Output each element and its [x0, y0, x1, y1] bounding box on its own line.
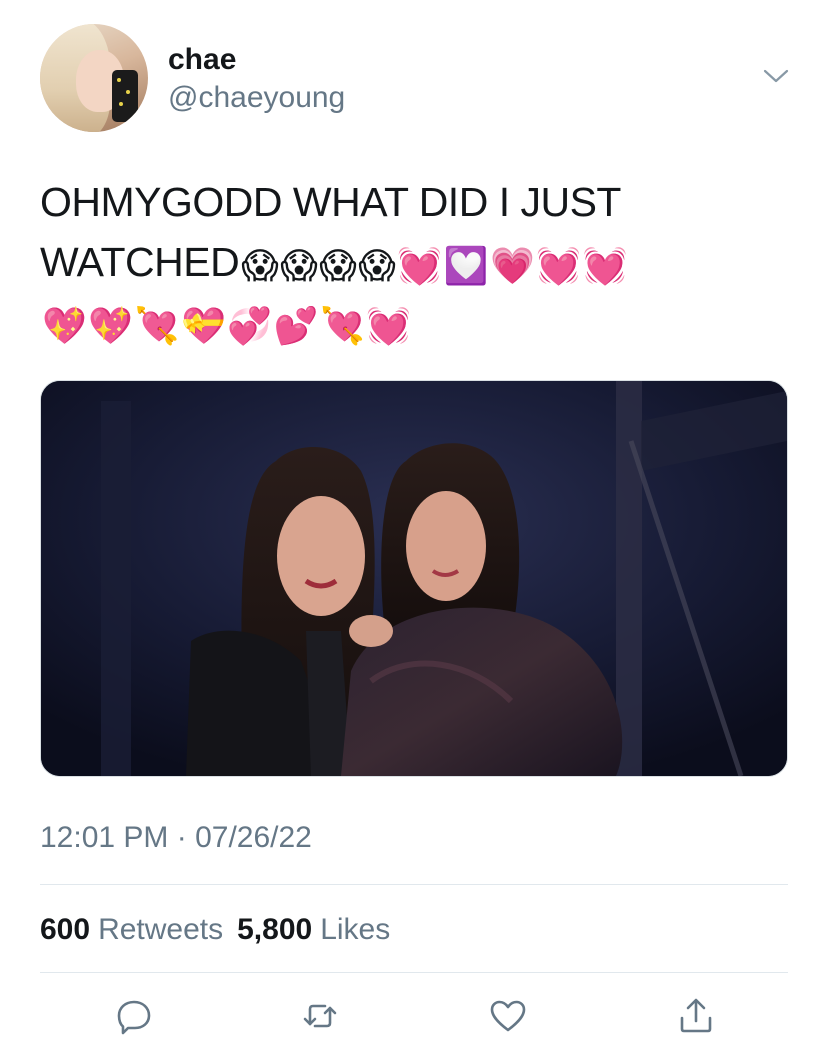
- tweet-text-line-1: OHMYGODD WHAT DID I JUST: [40, 179, 621, 225]
- emoji: 😱: [280, 245, 318, 286]
- tweet-text-line-2: WATCHED😱😱😱😱💓💟💗💓💓: [40, 232, 800, 292]
- emoji: 💓: [582, 245, 628, 286]
- emoji: 💕: [273, 305, 319, 346]
- display-name[interactable]: chae: [168, 42, 236, 78]
- chevron-down-icon[interactable]: [762, 66, 790, 86]
- emoji-group: 😱😱😱😱💓💟💗💓💓: [239, 239, 627, 285]
- retweets-count[interactable]: 600: [40, 913, 90, 946]
- emoji: 😱: [241, 245, 279, 286]
- divider: [40, 972, 788, 973]
- tweet-media-image[interactable]: [40, 380, 788, 777]
- emoji: 💝: [180, 305, 226, 346]
- likes-label[interactable]: Likes: [320, 913, 390, 946]
- retweet-icon[interactable]: [300, 996, 340, 1036]
- tweet-text-line-2-words: WATCHED: [40, 239, 240, 285]
- emoji: 💓: [536, 245, 581, 286]
- reply-icon[interactable]: [114, 996, 154, 1036]
- emoji: 💟: [443, 245, 489, 286]
- avatar[interactable]: [40, 24, 148, 132]
- retweets-label[interactable]: Retweets: [98, 913, 223, 946]
- emoji-line-3: 💖💖💘💝💞💕💘💓: [40, 292, 800, 352]
- avatar-phone: [112, 70, 138, 122]
- emoji: 💓: [366, 305, 411, 346]
- emoji: 💘: [134, 305, 180, 346]
- tweet-text: OHMYGODD WHAT DID I JUST WATCHED😱😱😱😱💓💟💗💓…: [40, 172, 800, 352]
- share-icon[interactable]: [676, 996, 716, 1036]
- tweet-stats: 600 Retweets 5,800 Likes: [40, 910, 404, 950]
- emoji: 😱: [358, 245, 396, 286]
- emoji: 💞: [227, 305, 272, 346]
- divider: [40, 884, 788, 885]
- likes-count[interactable]: 5,800: [237, 913, 312, 946]
- emoji: 💗: [489, 245, 535, 286]
- heart-icon[interactable]: [488, 996, 528, 1036]
- stage-photo: [41, 381, 787, 776]
- emoji: 💘: [319, 305, 365, 346]
- emoji: 💖: [88, 305, 133, 346]
- emoji: 💓: [397, 245, 442, 286]
- emoji: 😱: [319, 245, 357, 286]
- tweet-timestamp[interactable]: 12:01 PM · 07/26/22: [40, 818, 312, 858]
- user-handle[interactable]: @chaeyoung: [168, 80, 345, 116]
- emoji: 💖: [42, 305, 87, 346]
